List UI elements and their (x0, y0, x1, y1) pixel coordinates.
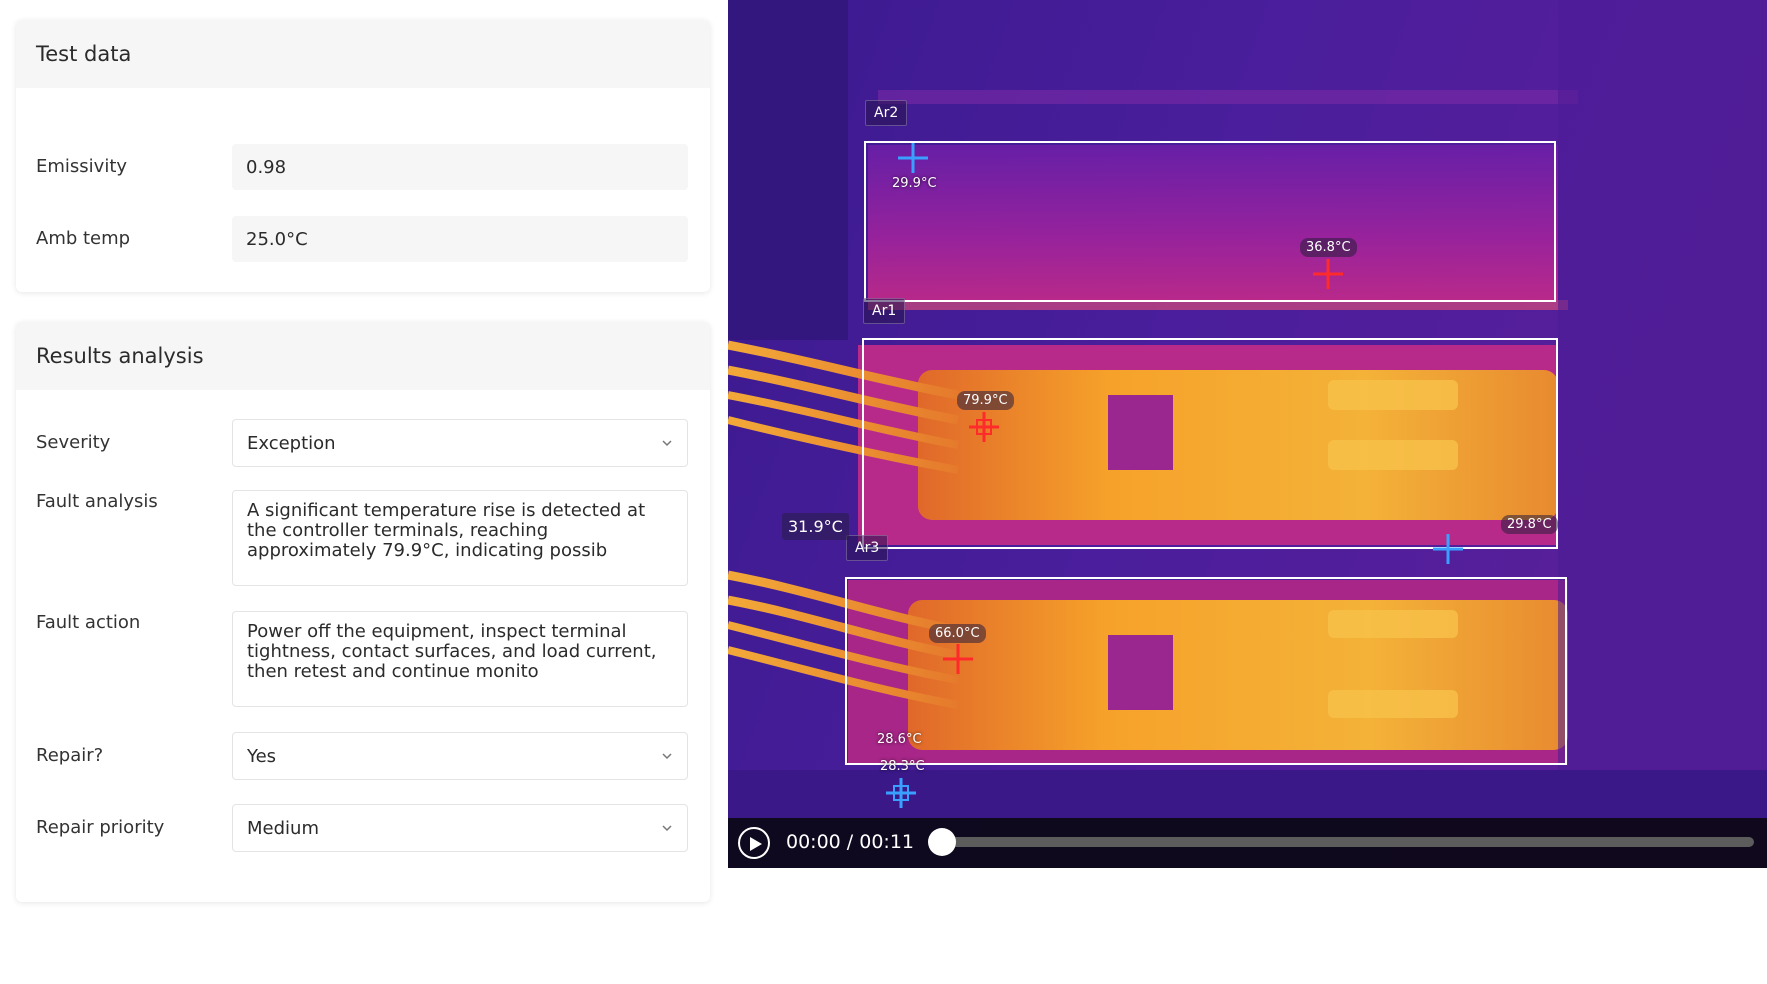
results-analysis-title: Results analysis (16, 322, 710, 390)
temp-reading-ar2-max: 36.8°C (1300, 238, 1357, 257)
area-tag-ar3: Ar3 (846, 535, 889, 561)
test-data-title: Test data (16, 20, 710, 88)
repair-priority-value: Medium (247, 817, 319, 839)
fault-analysis-textarea[interactable]: A significant temperature rise is detect… (232, 490, 688, 586)
repair-value: Yes (247, 745, 277, 767)
severity-label: Severity (36, 432, 111, 453)
play-button[interactable] (738, 827, 770, 859)
video-controls: 00:00 / 00:11 (728, 818, 1767, 868)
seek-bar[interactable] (940, 837, 1754, 847)
emissivity-value: 0.98 (232, 144, 688, 190)
repair-priority-label: Repair priority (36, 817, 165, 838)
cold-spot-crosshair-icon (898, 143, 928, 173)
repair-label: Repair? (36, 745, 104, 766)
temp-reading-left-edge: 31.9°C (782, 513, 849, 540)
fault-action-textarea[interactable]: Power off the equipment, inspect termina… (232, 611, 688, 707)
hot-spot-crosshair-icon (969, 412, 999, 442)
amb-temp-value: 25.0°C (232, 216, 688, 262)
temp-reading-ar3-max: 66.0°C (929, 624, 986, 643)
amb-temp-label: Amb temp (36, 228, 131, 249)
test-data-card: Test data Emissivity 0.98 Amb temp 25.0°… (16, 20, 710, 292)
severity-value: Exception (247, 432, 336, 454)
area-box-ar2[interactable] (864, 141, 1556, 302)
repair-select[interactable]: Yes (232, 732, 688, 780)
repair-priority-select[interactable]: Medium (232, 804, 688, 852)
temp-reading-ar2-min: 29.9°C (892, 176, 937, 191)
temp-reading-ar1-max: 79.9°C (957, 391, 1014, 410)
hot-spot-crosshair-icon (943, 644, 973, 674)
chevron-down-icon (662, 753, 672, 760)
emissivity-label: Emissivity (36, 156, 128, 177)
play-icon (750, 837, 762, 851)
area-tag-ar2: Ar2 (865, 100, 908, 126)
playback-time: 00:00 / 00:11 (786, 831, 914, 853)
fault-action-label: Fault action (36, 612, 141, 633)
seek-handle[interactable] (928, 828, 956, 856)
cold-spot-crosshair-icon (886, 778, 916, 808)
chevron-down-icon (662, 825, 672, 832)
area-tag-ar1: Ar1 (863, 298, 906, 324)
thermal-video-player[interactable]: Ar2 Ar1 Ar3 29.9°C 36.8°C 79.9°C 31.9°C … (728, 0, 1767, 868)
chevron-down-icon (662, 440, 672, 447)
temp-reading-ar1-min: 29.8°C (1501, 515, 1558, 534)
severity-select[interactable]: Exception (232, 419, 688, 467)
temp-reading-ar3-min-a: 28.6°C (877, 732, 922, 747)
temp-reading-ar3-min-b: 28.3°C (880, 759, 925, 774)
cold-spot-crosshair-icon (1433, 534, 1463, 564)
hot-spot-crosshair-icon (1313, 259, 1343, 289)
fault-analysis-label: Fault analysis (36, 491, 158, 512)
results-analysis-card: Results analysis Severity Exception Faul… (16, 322, 710, 902)
